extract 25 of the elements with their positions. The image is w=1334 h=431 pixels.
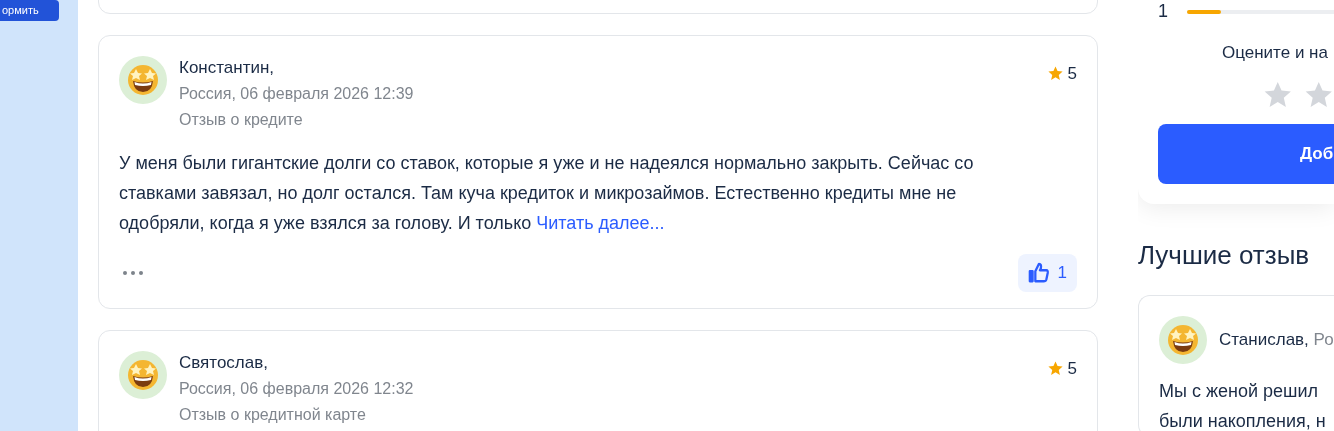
star-struck-emoji-icon: [126, 63, 160, 97]
review-text: Мы с женой решил были накопления, н: [1159, 379, 1327, 431]
add-review-button[interactable]: Доб: [1158, 123, 1334, 184]
review-meta: Россия, 06 февраля 2026 12:32: [179, 379, 415, 399]
rating-value: 5: [1067, 358, 1077, 380]
more-icon[interactable]: [122, 270, 144, 276]
star-icon: [1046, 360, 1064, 378]
submit-button[interactable]: ормить: [0, 0, 59, 21]
review-meta: Россия, 06 февраля 2026 12:39: [179, 84, 415, 104]
author-name: Святослав,: [179, 352, 269, 374]
star-struck-emoji-icon: [1166, 322, 1200, 357]
review-topic: Отзыв о кредите: [179, 110, 304, 130]
rate-prompt: Оцените и на: [1222, 42, 1329, 64]
section-title: Лучшие отзыв: [1138, 238, 1311, 272]
star-struck-emoji-icon: [126, 358, 160, 392]
like-button[interactable]: 1: [1017, 254, 1077, 292]
thumbs-up-icon: [1027, 262, 1050, 284]
rating-value: 5: [1067, 63, 1077, 85]
review-text: У меня были гигантские долги со ставок, которые я уже и не надеялся нормально закрыть. Сейчас со ставками завязал, но долг остался. Там куча кредиток и микрозаймов. Естественно кредиты мне не одобряли, когда я уже взялся за голову. И только Читать далее...: [119, 152, 975, 235]
author-name: Станислав, Ро: [1219, 328, 1334, 351]
author-name: Константин,: [179, 57, 276, 79]
review-topic: Отзыв о кредитной карте: [179, 405, 367, 425]
star-icon: [1046, 65, 1064, 83]
read-more-link[interactable]: Читать далее...: [536, 213, 665, 233]
rating-label: 1: [1158, 0, 1168, 23]
